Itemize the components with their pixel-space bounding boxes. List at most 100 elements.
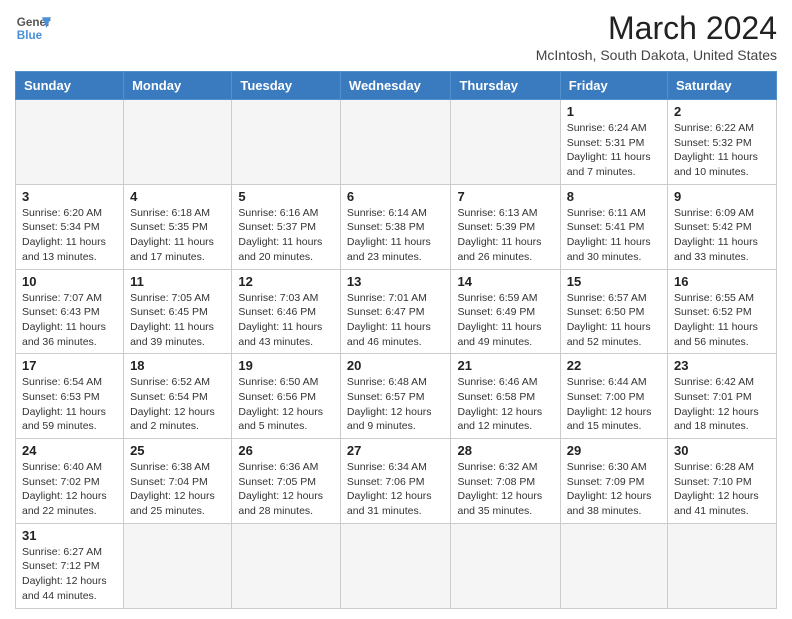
calendar-cell: 14Sunrise: 6:59 AM Sunset: 6:49 PM Dayli… <box>451 269 560 354</box>
day-info: Sunrise: 6:11 AM Sunset: 5:41 PM Dayligh… <box>567 206 661 265</box>
calendar: SundayMondayTuesdayWednesdayThursdayFrid… <box>15 71 777 609</box>
day-number: 4 <box>130 189 225 204</box>
day-info: Sunrise: 6:30 AM Sunset: 7:09 PM Dayligh… <box>567 460 661 519</box>
day-info: Sunrise: 6:27 AM Sunset: 7:12 PM Dayligh… <box>22 545 117 604</box>
calendar-cell: 16 Sunrise: 6:55 AM Sunset: 6:52 PM Dayli… <box>668 269 777 354</box>
day-info: Sunrise: 7:05 AM Sunset: 6:45 PM Dayligh… <box>130 291 225 350</box>
day-number: 9 <box>674 189 770 204</box>
day-info: Sunrise: 7:03 AM Sunset: 6:46 PM Dayligh… <box>238 291 334 350</box>
calendar-cell: 11 Sunrise: 7:05 AM Sunset: 6:45 PM Dayli… <box>124 269 232 354</box>
svg-text:Blue: Blue <box>17 29 43 42</box>
day-number: 28 <box>457 443 553 458</box>
col-header-saturday: Saturday <box>668 72 777 100</box>
day-info: Sunrise: 6:20 AM Sunset: 5:34 PM Dayligh… <box>22 206 117 265</box>
col-header-sunday: Sunday <box>16 72 124 100</box>
calendar-cell <box>124 100 232 185</box>
calendar-cell: 25Sunrise: 6:38 AM Sunset: 7:04 PM Dayli… <box>124 439 232 524</box>
day-number: 15 <box>567 274 661 289</box>
calendar-week-row: 10 Sunrise: 7:07 AM Sunset: 6:43 PM Dayli… <box>16 269 777 354</box>
day-number: 19 <box>238 358 334 373</box>
day-info: Sunrise: 6:36 AM Sunset: 7:05 PM Dayligh… <box>238 460 334 519</box>
calendar-cell <box>560 523 667 608</box>
day-number: 11 <box>130 274 225 289</box>
day-number: 22 <box>567 358 661 373</box>
calendar-cell <box>668 523 777 608</box>
day-info: Sunrise: 6:50 AM Sunset: 6:56 PM Dayligh… <box>238 375 334 434</box>
day-number: 12 <box>238 274 334 289</box>
col-header-wednesday: Wednesday <box>340 72 451 100</box>
calendar-week-row: 3 Sunrise: 6:20 AM Sunset: 5:34 PM Daylig… <box>16 184 777 269</box>
day-info: Sunrise: 7:01 AM Sunset: 6:47 PM Dayligh… <box>347 291 445 350</box>
logo-icon: General Blue <box>15 10 51 46</box>
calendar-week-row: 17 Sunrise: 6:54 AM Sunset: 6:53 PM Dayli… <box>16 354 777 439</box>
day-info: Sunrise: 6:46 AM Sunset: 6:58 PM Dayligh… <box>457 375 553 434</box>
day-info: Sunrise: 6:59 AM Sunset: 6:49 PM Dayligh… <box>457 291 553 350</box>
calendar-cell: 9Sunrise: 6:09 AM Sunset: 5:42 PM Daylig… <box>668 184 777 269</box>
day-number: 23 <box>674 358 770 373</box>
calendar-cell: 5Sunrise: 6:16 AM Sunset: 5:37 PM Daylig… <box>232 184 341 269</box>
day-number: 10 <box>22 274 117 289</box>
calendar-cell: 7 Sunrise: 6:13 AM Sunset: 5:39 PM Daylig… <box>451 184 560 269</box>
day-number: 25 <box>130 443 225 458</box>
col-header-monday: Monday <box>124 72 232 100</box>
title-area: March 2024 McIntosh, South Dakota, Unite… <box>536 10 777 63</box>
calendar-week-row: 24Sunrise: 6:40 AM Sunset: 7:02 PM Dayli… <box>16 439 777 524</box>
day-number: 18 <box>130 358 225 373</box>
calendar-cell: 13Sunrise: 7:01 AM Sunset: 6:47 PM Dayli… <box>340 269 451 354</box>
day-number: 3 <box>22 189 117 204</box>
calendar-cell: 3 Sunrise: 6:20 AM Sunset: 5:34 PM Daylig… <box>16 184 124 269</box>
day-number: 27 <box>347 443 445 458</box>
calendar-cell: 19 Sunrise: 6:50 AM Sunset: 6:56 PM Dayli… <box>232 354 341 439</box>
day-number: 1 <box>567 104 661 119</box>
calendar-cell: 20 Sunrise: 6:48 AM Sunset: 6:57 PM Dayli… <box>340 354 451 439</box>
day-number: 26 <box>238 443 334 458</box>
month-title: March 2024 <box>536 10 777 47</box>
day-info: Sunrise: 6:14 AM Sunset: 5:38 PM Dayligh… <box>347 206 445 265</box>
day-info: Sunrise: 6:42 AM Sunset: 7:01 PM Dayligh… <box>674 375 770 434</box>
day-number: 16 <box>674 274 770 289</box>
calendar-cell: 15 Sunrise: 6:57 AM Sunset: 6:50 PM Dayli… <box>560 269 667 354</box>
calendar-cell <box>451 523 560 608</box>
day-info: Sunrise: 6:52 AM Sunset: 6:54 PM Dayligh… <box>130 375 225 434</box>
day-info: Sunrise: 6:54 AM Sunset: 6:53 PM Dayligh… <box>22 375 117 434</box>
calendar-cell: 27Sunrise: 6:34 AM Sunset: 7:06 PM Dayli… <box>340 439 451 524</box>
calendar-cell <box>340 100 451 185</box>
calendar-cell: 21 Sunrise: 6:46 AM Sunset: 6:58 PM Dayli… <box>451 354 560 439</box>
calendar-cell: 28Sunrise: 6:32 AM Sunset: 7:08 PM Dayli… <box>451 439 560 524</box>
day-info: Sunrise: 6:55 AM Sunset: 6:52 PM Dayligh… <box>674 291 770 350</box>
calendar-cell: 31 Sunrise: 6:27 AM Sunset: 7:12 PM Dayli… <box>16 523 124 608</box>
day-number: 21 <box>457 358 553 373</box>
day-info: Sunrise: 6:40 AM Sunset: 7:02 PM Dayligh… <box>22 460 117 519</box>
day-number: 17 <box>22 358 117 373</box>
col-header-friday: Friday <box>560 72 667 100</box>
day-number: 7 <box>457 189 553 204</box>
calendar-cell: 23 Sunrise: 6:42 AM Sunset: 7:01 PM Dayli… <box>668 354 777 439</box>
day-info: Sunrise: 6:57 AM Sunset: 6:50 PM Dayligh… <box>567 291 661 350</box>
day-number: 31 <box>22 528 117 543</box>
calendar-cell <box>16 100 124 185</box>
day-info: Sunrise: 6:24 AM Sunset: 5:31 PM Dayligh… <box>567 121 661 180</box>
day-number: 20 <box>347 358 445 373</box>
calendar-cell: 26 Sunrise: 6:36 AM Sunset: 7:05 PM Dayli… <box>232 439 341 524</box>
calendar-header-row: SundayMondayTuesdayWednesdayThursdayFrid… <box>16 72 777 100</box>
calendar-cell: 30Sunrise: 6:28 AM Sunset: 7:10 PM Dayli… <box>668 439 777 524</box>
calendar-cell <box>451 100 560 185</box>
calendar-week-row: 1 Sunrise: 6:24 AM Sunset: 5:31 PM Daylig… <box>16 100 777 185</box>
calendar-cell: 6 Sunrise: 6:14 AM Sunset: 5:38 PM Daylig… <box>340 184 451 269</box>
logo: General Blue <box>15 10 51 46</box>
day-number: 2 <box>674 104 770 119</box>
day-info: Sunrise: 6:13 AM Sunset: 5:39 PM Dayligh… <box>457 206 553 265</box>
day-info: Sunrise: 7:07 AM Sunset: 6:43 PM Dayligh… <box>22 291 117 350</box>
calendar-cell: 8Sunrise: 6:11 AM Sunset: 5:41 PM Daylig… <box>560 184 667 269</box>
calendar-cell: 2Sunrise: 6:22 AM Sunset: 5:32 PM Daylig… <box>668 100 777 185</box>
calendar-cell: 29Sunrise: 6:30 AM Sunset: 7:09 PM Dayli… <box>560 439 667 524</box>
calendar-cell: 10 Sunrise: 7:07 AM Sunset: 6:43 PM Dayli… <box>16 269 124 354</box>
day-number: 6 <box>347 189 445 204</box>
day-number: 30 <box>674 443 770 458</box>
calendar-cell: 18 Sunrise: 6:52 AM Sunset: 6:54 PM Dayli… <box>124 354 232 439</box>
calendar-cell: 4 Sunrise: 6:18 AM Sunset: 5:35 PM Daylig… <box>124 184 232 269</box>
calendar-cell: 22Sunrise: 6:44 AM Sunset: 7:00 PM Dayli… <box>560 354 667 439</box>
day-info: Sunrise: 6:48 AM Sunset: 6:57 PM Dayligh… <box>347 375 445 434</box>
day-info: Sunrise: 6:18 AM Sunset: 5:35 PM Dayligh… <box>130 206 225 265</box>
calendar-cell <box>124 523 232 608</box>
